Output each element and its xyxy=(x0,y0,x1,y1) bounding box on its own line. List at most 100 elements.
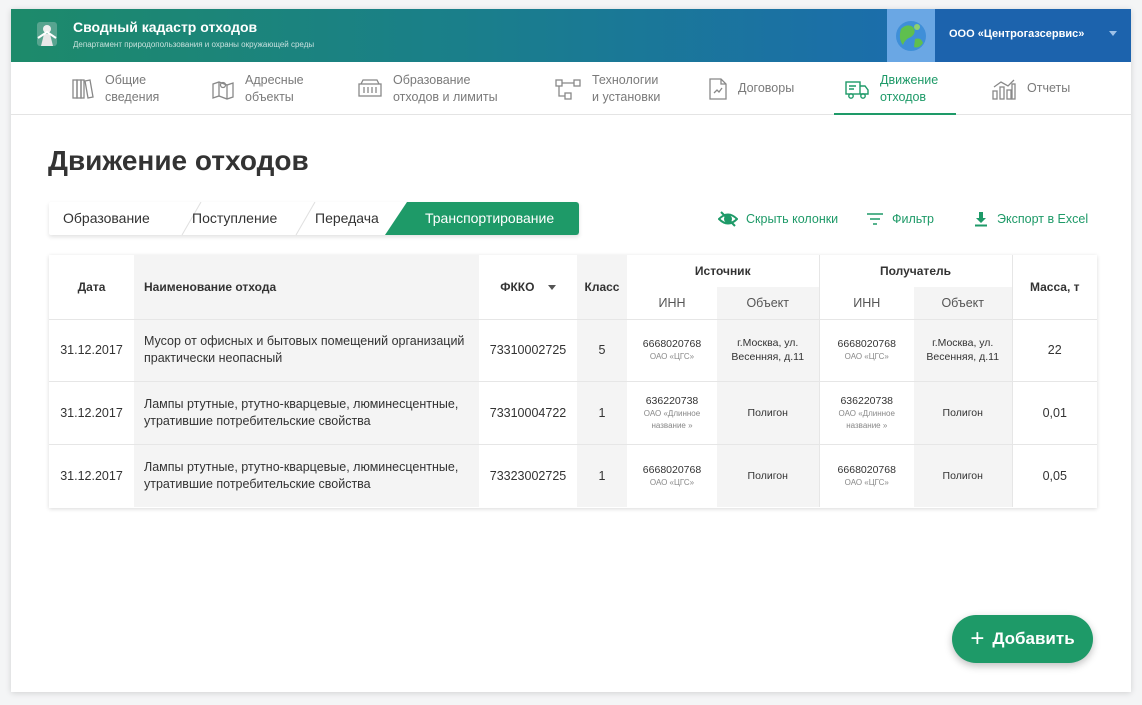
cell-fkko: 73310002725 xyxy=(479,318,577,381)
cell-source-object: Полигон xyxy=(717,380,819,444)
col-header-receiver-object[interactable]: Объект xyxy=(914,287,1012,319)
plus-icon: + xyxy=(970,625,985,652)
cell-receiver-object: Полигон xyxy=(914,380,1012,444)
bar-chart-icon xyxy=(992,79,1016,100)
nav-item-technologies[interactable]: Технологии и установки xyxy=(554,62,660,115)
cell-mass: 22 xyxy=(1011,318,1097,381)
col-group-source: Источник xyxy=(694,264,751,278)
hide-columns-label: Скрыть колонки xyxy=(746,212,839,226)
tab-transfer[interactable]: Передача xyxy=(315,202,379,235)
export-excel-button[interactable]: Экспорт в Excel xyxy=(973,209,1088,229)
tab-bar: Образование Поступление Передача Транспо… xyxy=(49,202,579,235)
col-header-name[interactable]: Наименование отхода xyxy=(134,255,479,319)
org-value: ОАО «ЦГС» xyxy=(649,477,695,487)
filter-label: Фильтр xyxy=(892,212,934,226)
nav-label: Общие xyxy=(105,72,147,87)
chevron-down-icon xyxy=(1109,31,1117,36)
filter-button[interactable]: Фильтр xyxy=(866,209,934,229)
col-header-source-inn[interactable]: ИНН xyxy=(627,287,717,319)
table-row[interactable]: 31.12.2017 Мусор от офисных и бытовых по… xyxy=(49,318,1097,381)
cell-source-object: г.Москва, ул. Весенняя, д.11 xyxy=(717,318,819,381)
nav-label: Адресные xyxy=(245,72,304,87)
nav-item-contracts[interactable]: Договоры xyxy=(708,62,794,115)
nav-label: сведения xyxy=(105,89,160,104)
fkko-label: ФККО xyxy=(500,279,535,294)
nav-item-waste-movement[interactable]: Движение отходов xyxy=(834,62,956,115)
hide-columns-button[interactable]: Скрыть колонки xyxy=(718,209,838,229)
cell-receiver-inn: 636220738 ОАО «Длинное название » xyxy=(818,380,914,444)
tab-transportation[interactable]: Транспортирование xyxy=(385,202,579,235)
col-header-date[interactable]: Дата xyxy=(49,255,134,319)
cell-class: 1 xyxy=(577,443,627,507)
inn-value: 636220738 xyxy=(840,394,894,407)
flow-icon xyxy=(555,78,581,100)
inn-value: 6668020768 xyxy=(837,338,896,350)
table-row[interactable]: 31.12.2017 Лампы ртутные, ртутно-кварцев… xyxy=(49,380,1097,444)
cell-source-inn: 6668020768 ОАО «ЦГС» xyxy=(627,443,717,507)
nav-label: Образование xyxy=(393,72,471,87)
filter-icon xyxy=(867,213,883,225)
org-selector[interactable]: ООО «Центрогазсервис» xyxy=(887,9,1131,62)
cell-name: Мусор от офисных и бытовых помещений орг… xyxy=(134,318,479,381)
col-header-mass[interactable]: Масса, т xyxy=(1011,255,1097,319)
moscow-emblem-icon xyxy=(37,22,57,46)
nav-label: отходов xyxy=(880,89,927,104)
cell-fkko: 73310004722 xyxy=(479,380,577,444)
nav-label: Договоры xyxy=(738,81,795,95)
nav-label: отходов и лимиты xyxy=(393,89,498,104)
col-group-receiver: Получатель xyxy=(818,255,1012,287)
cell-receiver-object: Полигон xyxy=(914,443,1012,507)
cell-mass: 0,01 xyxy=(1011,380,1097,444)
add-button[interactable]: + Добавить xyxy=(952,615,1093,663)
cell-source-inn: 6668020768 ОАО «ЦГС» xyxy=(627,318,717,381)
download-icon xyxy=(975,212,987,227)
cell-class: 5 xyxy=(577,318,627,381)
cell-name: Лампы ртутные, ртутно-кварцевые, люминес… xyxy=(134,443,479,507)
cell-fkko: 73323002725 xyxy=(479,443,577,507)
nav-item-formation[interactable]: Образование отходов и лимиты xyxy=(357,62,498,115)
cell-receiver-object: г.Москва, ул. Весенняя, д.11 xyxy=(914,318,1012,381)
top-bar: Сводный кадастр отходов Департамент прир… xyxy=(11,9,1131,62)
nav-item-reports[interactable]: Отчеты xyxy=(991,62,1070,115)
org-value: ОАО «Длинное название » xyxy=(643,408,701,430)
org-name: ООО «Центрогазсервис» xyxy=(949,28,1085,40)
inn-value: 6668020768 xyxy=(642,338,702,350)
col-header-fkko[interactable]: ФККО xyxy=(479,255,577,319)
nav-item-addresses[interactable]: Адресные объекты xyxy=(211,62,304,115)
eye-off-icon xyxy=(718,211,738,227)
app-title: Сводный кадастр отходов xyxy=(73,19,258,35)
org-value: ОАО «Длинное название » xyxy=(838,408,895,430)
nav-label: Технологии xyxy=(592,72,659,87)
col-header-class[interactable]: Класс xyxy=(577,255,627,319)
table-row[interactable]: 31.12.2017 Лампы ртутные, ртутно-кварцев… xyxy=(49,443,1097,507)
app-window: Сводный кадастр отходов Департамент прир… xyxy=(11,9,1131,692)
col-header-receiver-inn[interactable]: ИНН xyxy=(818,287,914,319)
nav-label: Движение xyxy=(880,72,939,87)
cell-date: 31.12.2017 xyxy=(49,380,134,444)
cell-receiver-inn: 6668020768 ОАО «ЦГС» xyxy=(818,443,914,507)
export-label: Экспорт в Excel xyxy=(997,212,1089,226)
cell-source-inn: 636220738 ОАО «Длинное название » xyxy=(627,380,717,444)
col-header-source-object[interactable]: Объект xyxy=(717,287,819,319)
globe-icon xyxy=(887,9,935,62)
document-icon xyxy=(709,77,727,100)
books-icon xyxy=(72,78,94,99)
inn-value: 6668020768 xyxy=(837,463,896,476)
cell-receiver-inn: 6668020768 ОАО «ЦГС» xyxy=(818,318,914,381)
cell-class: 1 xyxy=(577,380,627,444)
tab-intake[interactable]: Поступление xyxy=(192,202,277,235)
app-subtitle: Департамент природопользования и охраны … xyxy=(73,40,315,49)
main-nav: Общие сведения Адресные объекты Образова… xyxy=(11,62,1131,115)
page-title: Движение отходов xyxy=(48,145,309,176)
org-value: ОАО «ЦГС» xyxy=(844,477,889,487)
cell-mass: 0,05 xyxy=(1011,443,1097,507)
map-icon xyxy=(212,80,234,100)
nav-item-general[interactable]: Общие сведения xyxy=(71,62,159,115)
tab-formation[interactable]: Образование xyxy=(63,202,150,235)
nav-label: Отчеты xyxy=(1027,81,1071,95)
cell-source-object: Полигон xyxy=(717,443,819,507)
nav-label: и установки xyxy=(592,89,661,104)
waste-table: Дата Наименование отхода ФККО Класс Исто… xyxy=(49,255,1097,508)
org-value: ОАО «ЦГС» xyxy=(649,352,695,361)
cell-date: 31.12.2017 xyxy=(49,318,134,381)
